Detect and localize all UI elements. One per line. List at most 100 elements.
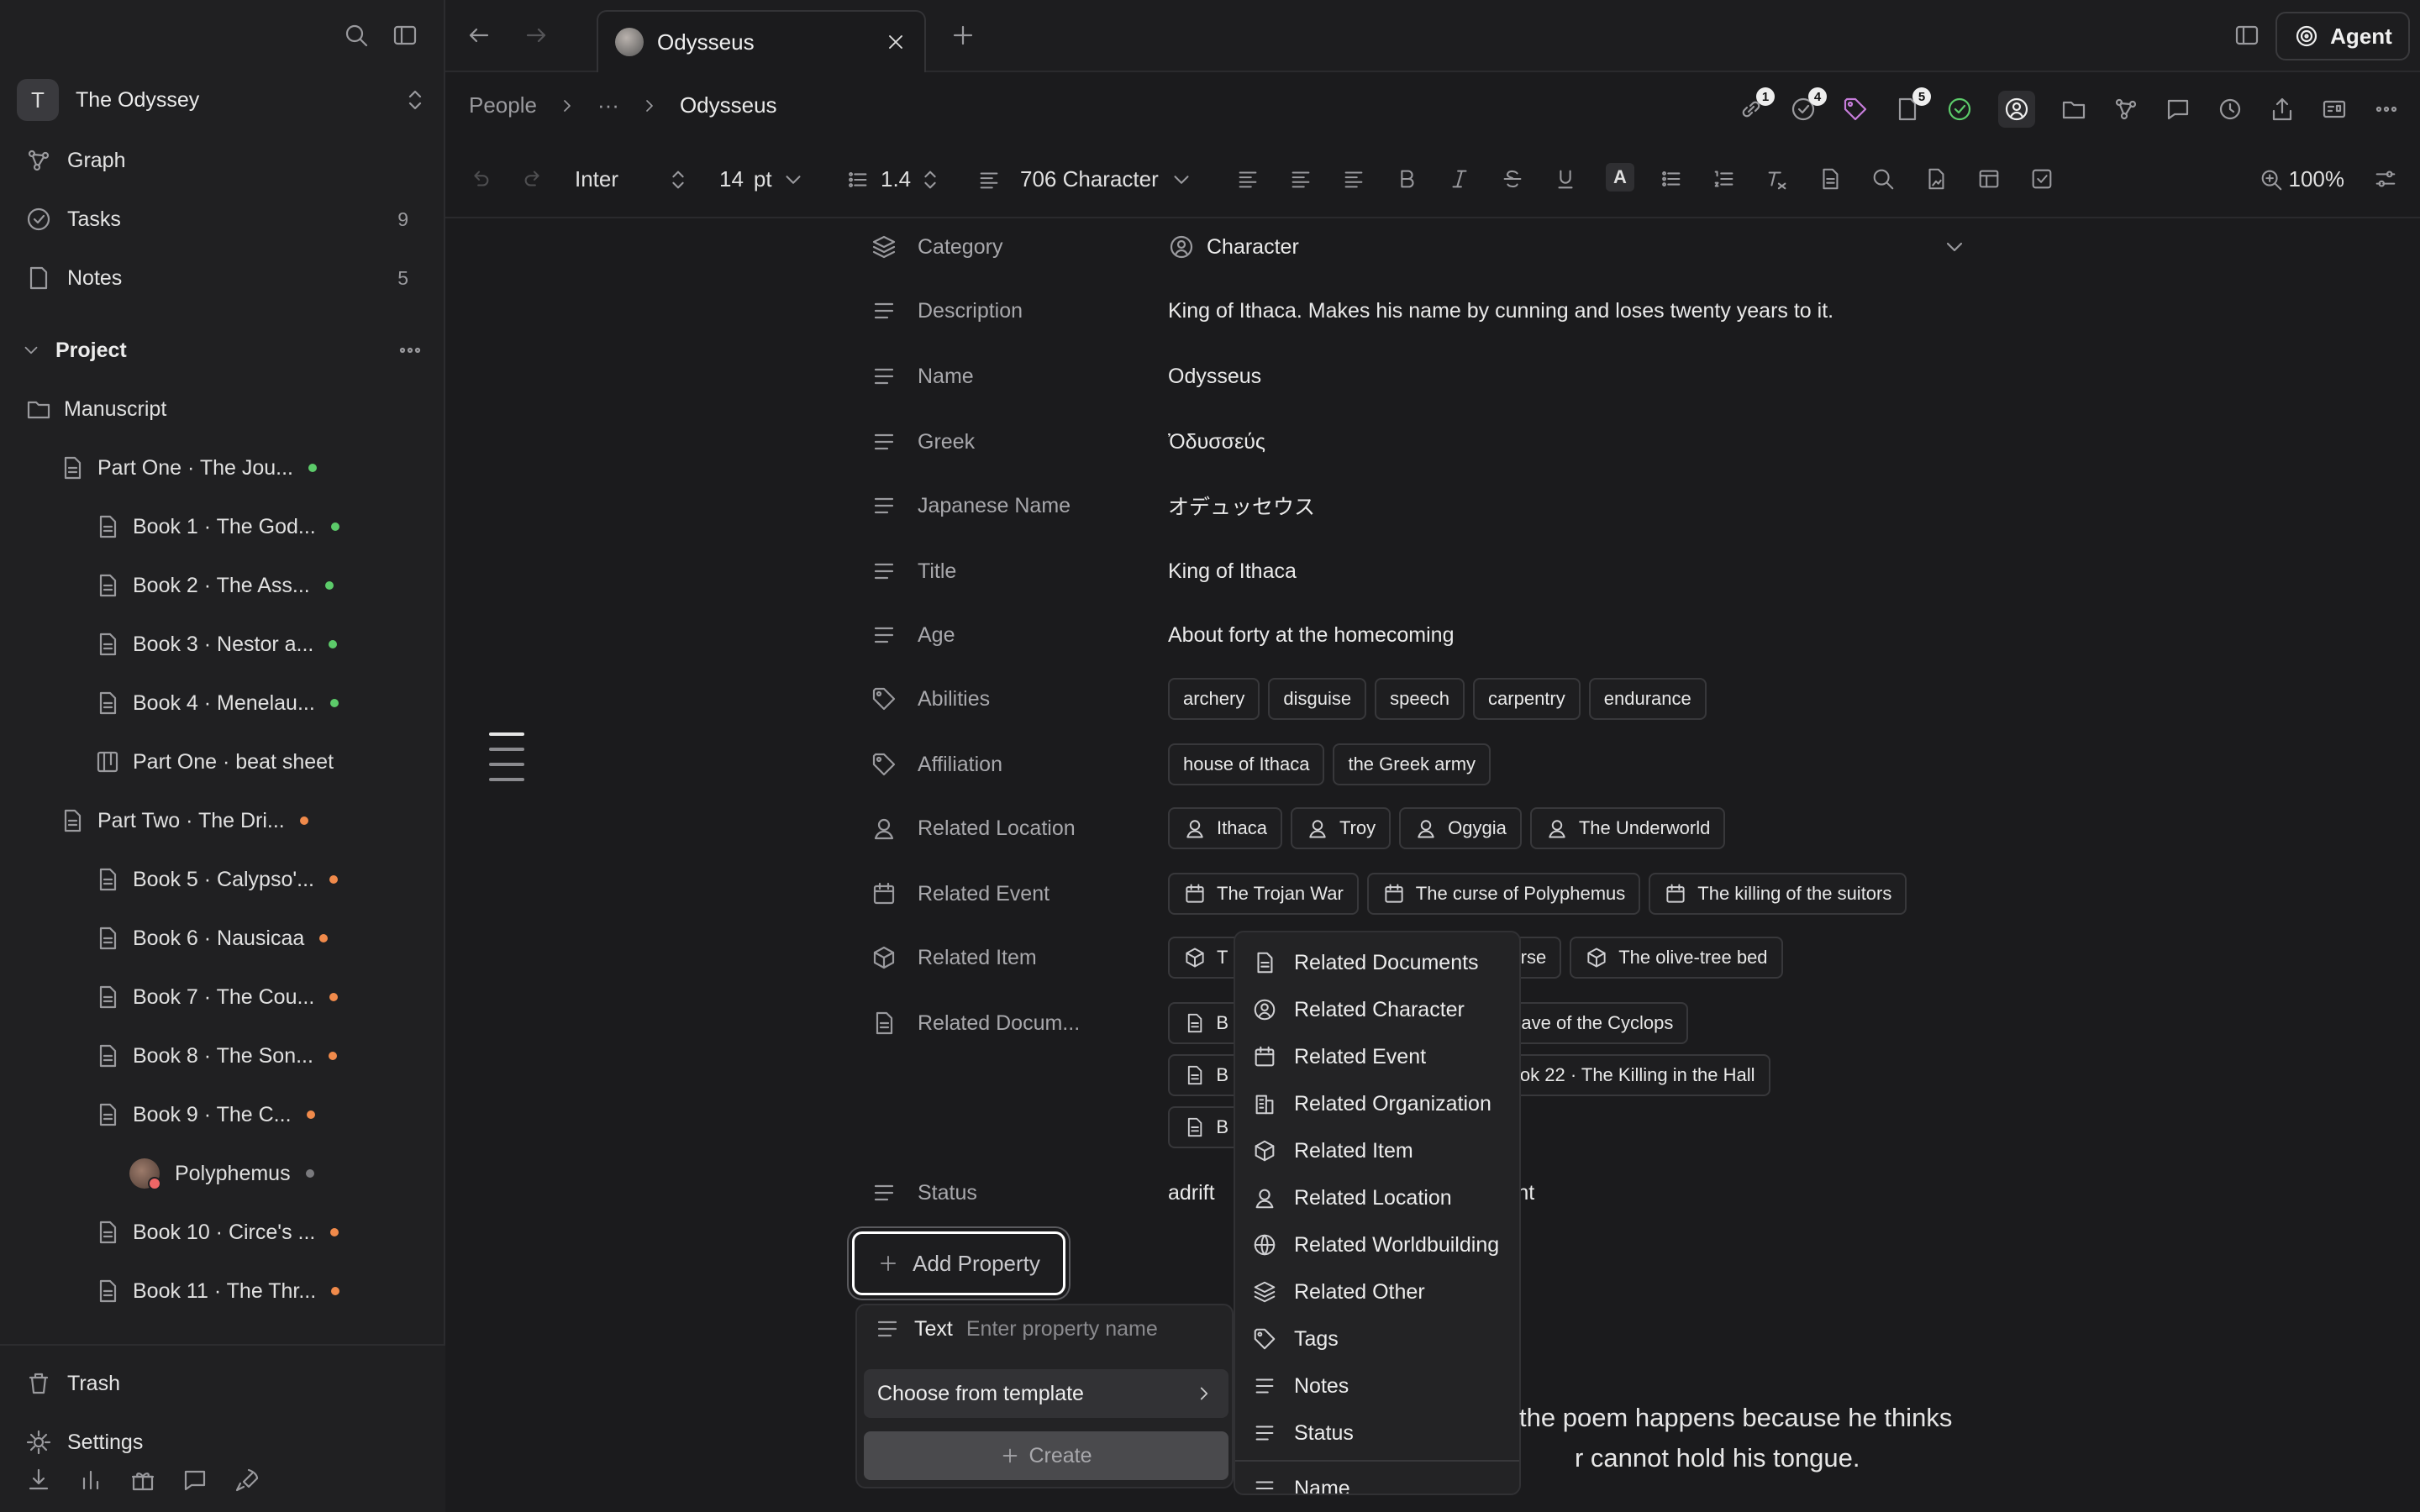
ability-chip[interactable]: speech	[1375, 678, 1465, 720]
image-icon[interactable]	[1923, 166, 1949, 192]
property-value[interactable]: Ὀδυσσεύς	[1168, 430, 1265, 454]
property-value[interactable]: About forty at the homecoming	[1168, 623, 1454, 648]
property-value[interactable]: King of Ithaca. Makes his name by cunnin…	[1168, 299, 1833, 323]
more-icon[interactable]	[397, 337, 424, 364]
sidebar-item-notes[interactable]: Notes 5	[25, 257, 420, 299]
property-type-select[interactable]: Text	[914, 1317, 953, 1341]
sidebar-item-graph[interactable]: Graph	[25, 139, 420, 181]
tree-item-polyphemus[interactable]: Polyphemus	[129, 1152, 314, 1194]
sidebar-item-trash[interactable]: Trash	[25, 1362, 420, 1404]
tree-item[interactable]: Book 7 · The Cou...	[94, 976, 339, 1018]
create-button[interactable]: Create	[864, 1431, 1228, 1480]
share-icon[interactable]	[2269, 96, 2296, 123]
property-row-related-event[interactable]: Related Event The Trojan War The curse o…	[871, 869, 1988, 919]
forward-arrow-icon[interactable]	[523, 22, 550, 49]
person-icon[interactable]	[1998, 91, 2035, 128]
tree-item[interactable]: Book 2 · The Ass...	[94, 564, 334, 606]
tree-item[interactable]: Book 11 · The Thr...	[94, 1270, 340, 1312]
font-size-select[interactable]: 14 pt	[719, 166, 806, 192]
property-row-title[interactable]: Title King of Ithaca	[871, 546, 1988, 596]
menu-item-notes[interactable]: Notes	[1235, 1362, 1519, 1410]
search-icon[interactable]	[343, 22, 370, 49]
tree-item[interactable]: Book 3 · Nestor a...	[94, 623, 338, 665]
tree-item[interactable]: Part One · The Jou...	[59, 447, 317, 489]
undo-icon[interactable]	[467, 166, 492, 192]
sliders-icon[interactable]	[2373, 166, 2398, 192]
gift-icon[interactable]	[129, 1467, 156, 1494]
property-row-description[interactable]: Description King of Ithaca. Makes his na…	[871, 286, 1988, 336]
property-value[interactable]: オデュッセウス	[1168, 491, 1315, 521]
tree-item[interactable]: Part One · beat sheet	[94, 741, 334, 783]
property-row-greek[interactable]: Greek Ὀδυσσεύς	[871, 417, 1988, 467]
project-section-header[interactable]: Project	[20, 329, 424, 371]
location-chip[interactable]: Ithaca	[1168, 807, 1282, 849]
document-chip[interactable]: B	[1168, 1106, 1244, 1148]
download-icon[interactable]	[25, 1467, 52, 1494]
chevron-down-icon[interactable]	[1941, 234, 1988, 260]
property-value[interactable]: Character	[1168, 234, 1299, 260]
italic-icon[interactable]	[1447, 166, 1472, 192]
affiliation-chip[interactable]: house of Ithaca	[1168, 743, 1325, 785]
paragraph-style-select[interactable]: 706 Character	[976, 166, 1194, 192]
menu-item-status[interactable]: Status	[1235, 1410, 1519, 1457]
property-row-affiliation[interactable]: Affiliation house of Ithaca the Greek ar…	[871, 739, 1988, 790]
align-center-icon[interactable]	[1235, 166, 1260, 192]
property-row-abilities[interactable]: Abilities archery disguise speech carpen…	[871, 674, 1988, 724]
add-property-button[interactable]: Add Property	[852, 1231, 1065, 1295]
choose-template-button[interactable]: Choose from template	[864, 1369, 1228, 1418]
table-icon[interactable]	[1976, 166, 2002, 192]
tree-item[interactable]: Book 4 · Menelau...	[94, 682, 339, 724]
card-icon[interactable]	[2321, 96, 2348, 123]
ability-chip[interactable]: archery	[1168, 678, 1260, 720]
location-chip[interactable]: Troy	[1290, 807, 1392, 849]
line-height-select[interactable]: 1.4	[845, 166, 943, 192]
tree-item[interactable]: Book 8 · The Son...	[94, 1035, 337, 1077]
history-icon[interactable]	[2217, 96, 2244, 123]
affiliation-chip[interactable]: the Greek army	[1333, 743, 1491, 785]
location-chip[interactable]: The Underworld	[1529, 807, 1726, 849]
tasks-icon[interactable]: 4	[1790, 87, 1827, 123]
text-box-icon[interactable]	[1818, 166, 1843, 192]
underline-icon[interactable]	[1553, 166, 1578, 192]
justify-icon[interactable]	[1341, 166, 1366, 192]
redo-icon[interactable]	[521, 166, 546, 192]
bullet-list-icon[interactable]	[1659, 166, 1684, 192]
event-chip[interactable]: The Trojan War	[1168, 873, 1359, 915]
stats-icon[interactable]	[77, 1467, 104, 1494]
close-icon[interactable]	[884, 30, 908, 54]
zoom-control[interactable]: 100%	[2259, 166, 2344, 192]
toggle-sidebar-icon[interactable]	[392, 22, 418, 49]
menu-item-related-documents[interactable]: Related Documents	[1235, 939, 1519, 986]
sidebar-item-settings[interactable]: Settings	[25, 1421, 420, 1463]
agent-button[interactable]: Agent	[2275, 12, 2410, 60]
menu-item-name[interactable]: Name	[1235, 1465, 1519, 1494]
more-icon[interactable]	[2373, 96, 2400, 123]
status-check-icon[interactable]	[1946, 96, 1973, 123]
checkbox-icon[interactable]	[2029, 166, 2054, 192]
property-row-category[interactable]: Category Character	[871, 222, 1988, 272]
links-icon[interactable]: 1	[1738, 87, 1775, 123]
item-chip[interactable]: T	[1168, 937, 1244, 979]
search-icon[interactable]	[1870, 166, 1896, 192]
comment-icon[interactable]	[2165, 96, 2191, 123]
menu-item-related-location[interactable]: Related Location	[1235, 1174, 1519, 1221]
menu-item-related-other[interactable]: Related Other	[1235, 1268, 1519, 1315]
clear-format-icon[interactable]	[1765, 166, 1790, 192]
document-chip[interactable]: B	[1168, 1002, 1244, 1044]
tree-item[interactable]: Book 1 · The God...	[94, 506, 339, 548]
ability-chip[interactable]: disguise	[1268, 678, 1367, 720]
numbered-list-icon[interactable]	[1712, 166, 1737, 192]
outline-handle[interactable]	[489, 732, 524, 793]
back-arrow-icon[interactable]	[466, 22, 492, 49]
workspace-switcher[interactable]: T The Odyssey	[17, 79, 429, 121]
property-name-input[interactable]: Enter property name	[966, 1317, 1158, 1341]
menu-item-related-character[interactable]: Related Character	[1235, 986, 1519, 1033]
property-row-related-location[interactable]: Related Location Ithaca Troy Ogygia The …	[871, 803, 1988, 853]
menu-item-related-worldbuilding[interactable]: Related Worldbuilding	[1235, 1221, 1519, 1268]
tab-odysseus[interactable]: Odysseus	[597, 10, 926, 72]
new-tab-icon[interactable]	[950, 22, 976, 49]
strikethrough-icon[interactable]	[1500, 166, 1525, 192]
ability-chip[interactable]: endurance	[1588, 678, 1707, 720]
expand-collapse-icon[interactable]	[402, 87, 429, 113]
property-value[interactable]: Odysseus	[1168, 365, 1261, 389]
